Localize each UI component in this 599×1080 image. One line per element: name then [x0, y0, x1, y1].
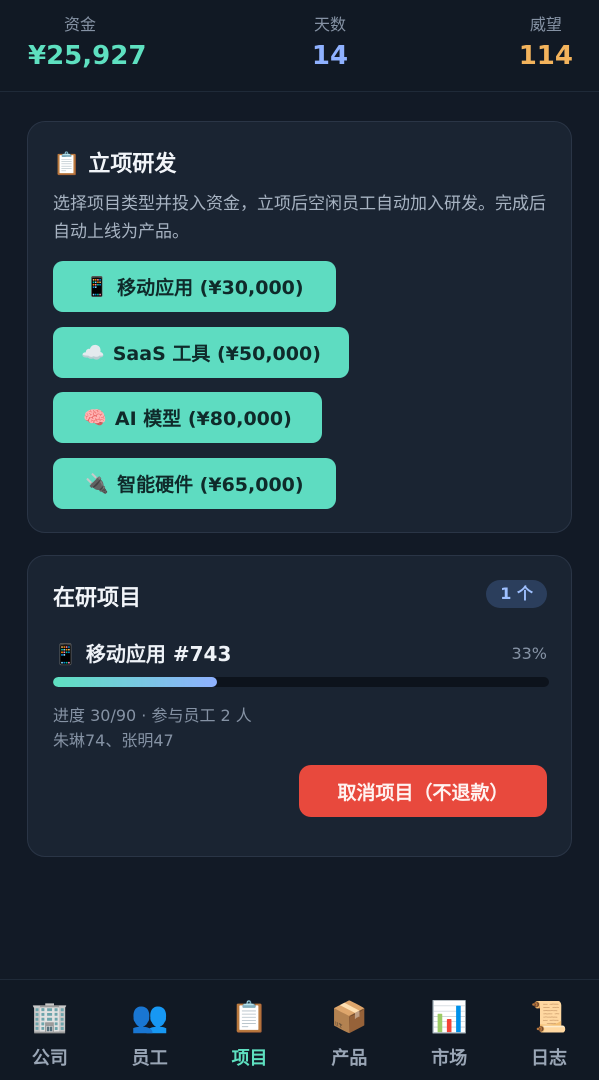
- nav-projects[interactable]: 📋 项目: [200, 980, 300, 1080]
- building-icon: 🏢: [31, 1000, 69, 1035]
- nav-market[interactable]: 📊 市场: [399, 980, 499, 1080]
- days-label: 天数: [313, 15, 346, 34]
- progress-bar: [53, 677, 549, 687]
- active-projects-title: 在研项目: [53, 586, 142, 611]
- option-label: AI 模型 (¥80,000): [114, 408, 292, 430]
- assigned-staff: 朱琳74、张明47: [53, 731, 174, 750]
- nav-label: 日志: [531, 1048, 568, 1069]
- reputation-value: 114: [518, 41, 573, 71]
- project-count-badge: 1 个: [486, 580, 547, 608]
- scroll-icon: 📜: [530, 1000, 568, 1035]
- days-value: 14: [311, 41, 349, 71]
- start-saas-tool-button[interactable]: ☁️ SaaS 工具 (¥50,000): [53, 327, 349, 378]
- progress-fill: [53, 677, 217, 687]
- reputation-label: 威望: [529, 15, 562, 34]
- bottom-nav: 🏢 公司 👥 员工 📋 项目 📦 产品 📊 市场 📜 日志: [0, 979, 599, 1080]
- option-label: SaaS 工具 (¥50,000): [112, 343, 321, 365]
- clipboard-icon: 📋: [230, 1000, 269, 1035]
- active-project-name: 📱 移动应用 #743: [53, 638, 231, 667]
- bar-chart-icon: 📊: [430, 1000, 468, 1035]
- progress-detail: 进度 30/90 · 参与员工 2 人: [53, 706, 252, 725]
- package-icon: 📦: [330, 1000, 369, 1035]
- days-stat: 天数 14: [260, 14, 400, 74]
- active-projects-card: 在研项目 1 个 📱 移动应用 #743 33% 进度 30/90 · 参与员工 …: [27, 555, 572, 857]
- brain-icon: 🧠: [83, 407, 107, 429]
- clipboard-icon: 📋: [53, 152, 81, 177]
- nav-label: 公司: [31, 1048, 68, 1069]
- phone-icon: 📱: [85, 276, 110, 298]
- active-project-name-text: 移动应用 #743: [85, 642, 232, 666]
- cloud-icon: ☁️: [81, 342, 105, 364]
- nav-log[interactable]: 📜 日志: [499, 980, 599, 1080]
- option-label: 移动应用 (¥30,000): [117, 277, 304, 299]
- top-stats-bar: 资金 ¥25,927 天数 14 威望 114: [0, 0, 599, 92]
- cancel-project-button[interactable]: 取消项目（不退款）: [299, 765, 547, 817]
- nav-label: 产品: [331, 1048, 368, 1069]
- money-stat: 资金 ¥25,927: [28, 14, 146, 74]
- phone-icon: 📱: [53, 642, 78, 666]
- nav-label: 员工: [131, 1048, 168, 1069]
- nav-company[interactable]: 🏢 公司: [0, 980, 100, 1080]
- nav-staff[interactable]: 👥 员工: [100, 980, 200, 1080]
- reputation-stat: 威望 114: [519, 14, 573, 74]
- start-ai-model-button[interactable]: 🧠 AI 模型 (¥80,000): [53, 392, 322, 443]
- start-mobile-app-button[interactable]: 📱 移动应用 (¥30,000): [53, 261, 336, 312]
- progress-percent: 33%: [511, 644, 547, 663]
- money-label: 资金: [63, 15, 96, 34]
- project-meta: 进度 30/90 · 参与员工 2 人 朱琳74、张明47: [53, 703, 252, 753]
- nav-products[interactable]: 📦 产品: [299, 980, 399, 1080]
- people-icon: 👥: [131, 1000, 169, 1035]
- start-smart-hardware-button[interactable]: 🔌 智能硬件 (¥65,000): [53, 458, 336, 509]
- new-project-title: 📋 立项研发: [53, 146, 176, 178]
- option-label: 智能硬件 (¥65,000): [117, 474, 304, 496]
- nav-label: 项目: [231, 1048, 268, 1069]
- money-value: ¥25,927: [28, 41, 147, 71]
- new-project-title-text: 立项研发: [88, 152, 177, 177]
- new-project-description: 选择项目类型并投入资金，立项后空闲员工自动加入研发。完成后自动上线为产品。: [53, 194, 546, 242]
- nav-label: 市场: [431, 1048, 468, 1069]
- new-project-card: 📋 立项研发 选择项目类型并投入资金，立项后空闲员工自动加入研发。完成后自动上线为…: [27, 121, 572, 533]
- plug-icon: 🔌: [85, 473, 110, 495]
